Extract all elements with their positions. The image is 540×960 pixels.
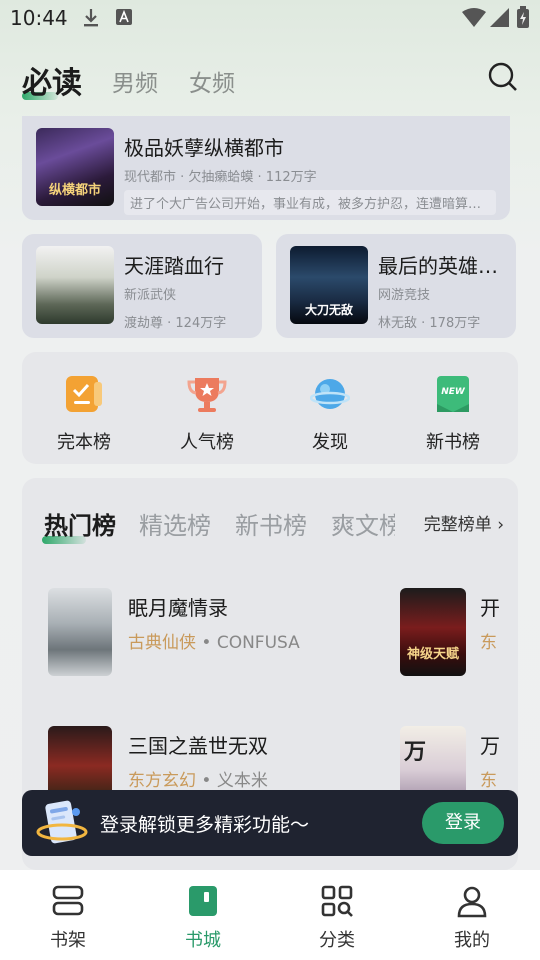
top-tabs: 必读 男频 女频 (22, 58, 518, 104)
book-author: CONFUSA (216, 633, 300, 653)
cover-title: 大刀无敌 (304, 303, 353, 317)
rank-finished[interactable]: 完本榜 (44, 374, 124, 454)
book-meta: 现代都市 · 欠抽癞蛤蟆 · 112万字 (124, 170, 317, 185)
profile-icon (457, 886, 487, 918)
tab-shuangwen[interactable]: 爽文榜 (331, 506, 395, 541)
rank-new-books[interactable]: NEW 新书榜 (413, 374, 493, 454)
list-book-meta: 东 (480, 766, 500, 791)
download-icon (84, 9, 98, 27)
rank-discover[interactable]: 发现 (290, 374, 370, 454)
status-bar: 10:44 (0, 0, 540, 36)
nav-label: 分类 (319, 930, 355, 951)
book-genre: 古典仙侠 (128, 633, 196, 653)
login-prompt: 登录解锁更多精彩功能～ (100, 814, 310, 836)
book-title: 天涯踏血行 (124, 254, 224, 278)
book-cover[interactable]: 神级天赋 (400, 588, 466, 676)
book-genre: 东 (480, 633, 497, 653)
nav-label: 书架 (50, 930, 86, 951)
nav-bookstore[interactable]: 书城 (163, 884, 243, 952)
nav-label: 书城 (185, 930, 221, 951)
tab-selected[interactable]: 精选榜 (139, 506, 211, 541)
battery-icon (517, 6, 529, 28)
book-author: 义本米 (216, 771, 268, 791)
rank-label: 发现 (312, 432, 348, 453)
book-genre: 东方玄幻 (128, 771, 196, 791)
signal-icon (490, 8, 509, 27)
nav-profile[interactable]: 我的 (432, 884, 512, 952)
login-banner[interactable]: 登录解锁更多精彩功能～ 登录 (22, 790, 518, 856)
book-cover[interactable] (48, 588, 112, 676)
list-book-meta: 东 (480, 628, 500, 653)
list-book-meta: 东方玄幻 • 义本米 (128, 766, 268, 791)
full-list-link[interactable]: 完整榜单 › (413, 510, 504, 535)
tab-female[interactable]: 女频 (189, 64, 235, 98)
bookstore-icon (189, 886, 217, 916)
book-meta: 林无敌 · 178万字 (378, 316, 481, 331)
book-cover: 大刀无敌 (290, 246, 368, 324)
list-book-title[interactable]: 万 (480, 730, 504, 759)
cover-title: 万 (404, 740, 427, 765)
separator-dot: • (201, 771, 217, 791)
new-badge-icon: NEW (437, 376, 469, 412)
book-title: 极品妖孽纵横都市 (124, 136, 284, 160)
book-card-tianya[interactable]: 天涯踏血行 新派武侠 渡劫尊 · 124万字 (22, 234, 262, 338)
ranking-shortcuts: 完本榜 人气榜 发现 NEW 新书榜 (22, 352, 518, 464)
planet-icon (309, 379, 351, 409)
checklist-icon (66, 376, 102, 412)
tab-new[interactable]: 新书榜 (235, 506, 307, 541)
list-book-title[interactable]: 开 (480, 592, 504, 621)
separator-dot: • (201, 633, 217, 653)
status-time: 10:44 (10, 6, 68, 30)
rank-popular[interactable]: 人气榜 (167, 374, 247, 454)
rank-label: 完本榜 (57, 432, 111, 453)
search-icon[interactable] (488, 62, 518, 92)
rank-label: 新书榜 (426, 432, 480, 453)
category-icon (321, 885, 353, 917)
list-book-title[interactable]: 眠月魔情录 (128, 592, 368, 621)
wifi-icon (462, 8, 486, 27)
trophy-icon (187, 378, 227, 412)
cover-title: 纵横都市 (48, 183, 101, 198)
font-a-icon (116, 9, 132, 25)
tab-bidu[interactable]: 必读 (22, 58, 82, 102)
book-title: 最后的英雄之… (378, 254, 512, 278)
list-book-meta: 古典仙侠 • CONFUSA (128, 628, 300, 653)
book-genre: 新派武侠 (124, 288, 177, 303)
nav-label: 我的 (454, 930, 490, 951)
book-genre: 东 (480, 771, 497, 791)
list-book-title[interactable]: 三国之盖世无双 (128, 730, 368, 759)
nav-category[interactable]: 分类 (297, 884, 377, 952)
book-description: 进了个大广告公司开始，事业有成，被多方护忍，连遭暗算，… (124, 190, 496, 215)
login-button[interactable]: 登录 (422, 802, 504, 844)
new-badge-text: NEW (441, 387, 466, 397)
bookshelf-icon (52, 885, 84, 916)
full-list-label: 完整榜单 (423, 515, 492, 535)
cover-title: 神级天赋 (406, 647, 459, 662)
book-cover: 纵横都市 (36, 128, 114, 206)
book-card-hero[interactable]: 大刀无敌 最后的英雄之… 网游竞技 林无敌 · 178万字 (276, 234, 516, 338)
book-meta: 渡劫尊 · 124万字 (124, 316, 227, 331)
book-cover (36, 246, 114, 324)
book-genre: 网游竞技 (378, 288, 431, 303)
bottom-nav: 书架 书城 分类 我的 (0, 870, 540, 960)
tab-male[interactable]: 男频 (112, 64, 158, 98)
featured-book-card[interactable]: 纵横都市 极品妖孽纵横都市 现代都市 · 欠抽癞蛤蟆 · 112万字 进了个大广… (22, 116, 510, 220)
tab-hot[interactable]: 热门榜 (44, 506, 116, 541)
nav-bookshelf[interactable]: 书架 (28, 884, 108, 952)
chevron-right-icon: › (497, 515, 504, 535)
phone-illustration-icon (36, 800, 88, 844)
rank-label: 人气榜 (180, 432, 234, 453)
